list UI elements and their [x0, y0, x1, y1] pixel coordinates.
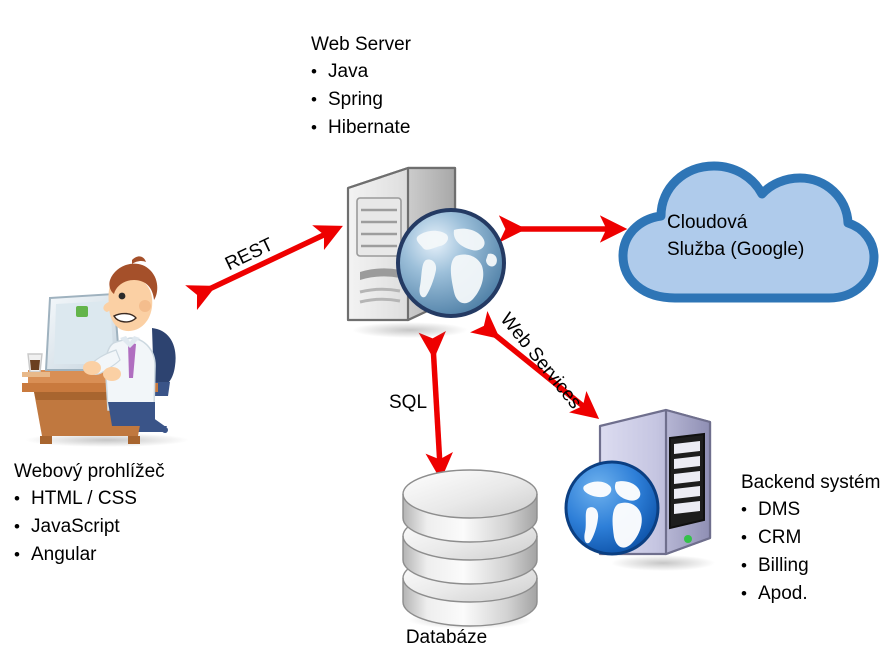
- web-server-title: Web Server: [311, 34, 411, 55]
- bullet-icon: •: [311, 90, 317, 109]
- web-server-bullet-3: • Hibernate: [311, 114, 411, 142]
- backend-title: Backend systém: [741, 472, 881, 493]
- backend-bullet-2: • CRM: [741, 524, 880, 552]
- server-tower-with-globe-icon: [346, 166, 506, 338]
- server-rack-with-globe-icon: [564, 408, 715, 571]
- cloud-label-line2: Služba (Google): [667, 239, 805, 260]
- bullet-icon: •: [741, 528, 747, 547]
- arrow-label-rest: REST: [222, 234, 277, 275]
- arrow-sql: [418, 331, 453, 481]
- bullet-icon: •: [14, 545, 20, 564]
- cloud-label-line1: Cloudová: [667, 212, 748, 233]
- web-server-text-block: Web Server • Java • Spring • Hibernate: [311, 32, 411, 142]
- bullet-icon: •: [741, 500, 747, 519]
- web-server-bullet-2: • Spring: [311, 86, 411, 114]
- cloud-label: Cloudová Služba (Google): [667, 209, 804, 263]
- backend-text-block: Backend systém • DMS • CRM • Billing • A…: [741, 470, 880, 608]
- arrow-label-sql: SQL: [389, 392, 428, 413]
- bullet-icon: •: [14, 517, 20, 536]
- backend-bullet-1: • DMS: [741, 496, 880, 524]
- arrow-label-web-services: Web Services: [495, 309, 586, 414]
- browser-bullet-1: • HTML / CSS: [14, 485, 165, 513]
- backend-bullet-4: • Apod.: [741, 580, 880, 608]
- backend-bullet-3: • Billing: [741, 552, 880, 580]
- bullet-icon: •: [741, 556, 747, 575]
- person-at-computer-icon: [22, 256, 189, 447]
- browser-bullet-2: • JavaScript: [14, 513, 165, 541]
- bullet-icon: •: [311, 118, 317, 137]
- browser-text-block: Webový prohlížeč • HTML / CSS • JavaScri…: [14, 459, 165, 569]
- bullet-icon: •: [14, 489, 20, 508]
- web-server-bullet-1: • Java: [311, 58, 411, 86]
- architecture-diagram-canvas: Cloudová Služba (Google) Databáze REST S…: [0, 0, 893, 655]
- browser-title: Webový prohlížeč: [14, 461, 165, 482]
- database-cylinder-icon: [402, 469, 538, 629]
- database-caption: Databáze: [405, 627, 488, 648]
- bullet-icon: •: [741, 584, 747, 603]
- browser-bullet-3: • Angular: [14, 541, 165, 569]
- bullet-icon: •: [311, 62, 317, 81]
